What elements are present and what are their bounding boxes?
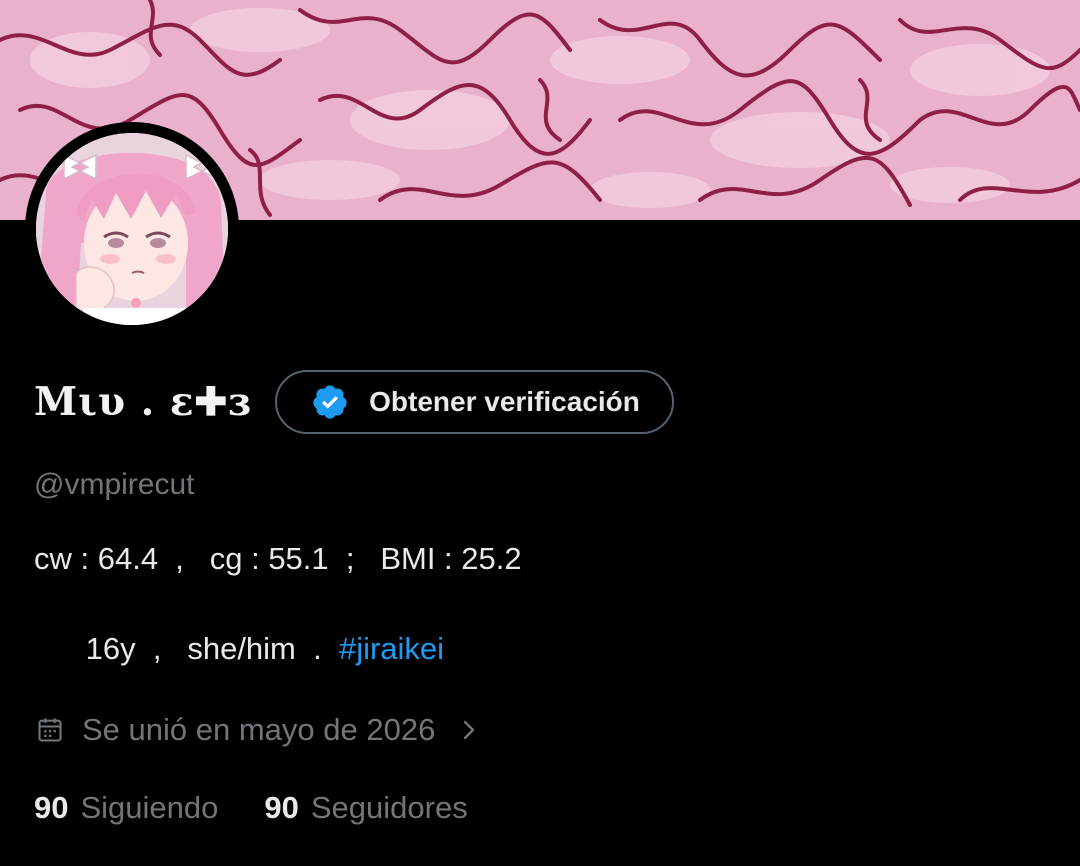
following-count: 90: [34, 790, 69, 825]
username-handle: @vmpirecut: [34, 468, 195, 501]
followers-link[interactable]: 90 Seguidores: [264, 790, 467, 826]
followers-label: Seguidores: [310, 790, 468, 825]
name-row: Mιυ . ɛ✚ɜ Obtener verificación: [34, 368, 674, 436]
chevron-right-icon: [457, 716, 481, 744]
following-link[interactable]: 90 Siguiendo: [34, 790, 218, 826]
following-label: Siguiendo: [80, 790, 219, 825]
get-verified-button[interactable]: Obtener verificación: [275, 370, 674, 434]
pink-hair-anime-avatar-image: [36, 133, 228, 325]
calendar-icon: [36, 716, 64, 744]
follow-stats: 90 Siguiendo 90 Seguidores: [34, 788, 514, 828]
verified-badge-icon: [311, 383, 349, 421]
display-name: Mιυ . ɛ✚ɜ: [34, 379, 252, 425]
followers-count: 90: [264, 790, 299, 825]
hashtag-link[interactable]: #jiraikei: [339, 631, 444, 666]
bio-line-1: cw : 64.4 , cg : 55.1 ; BMI : 25.2: [34, 541, 522, 576]
avatar[interactable]: [36, 133, 228, 325]
bio-line-2: 16y , she/him . #jiraikei: [34, 631, 444, 667]
joined-date-text: Se unió en mayo de 2026: [82, 712, 436, 747]
get-verified-label: Obtener verificación: [369, 386, 640, 417]
bio-line-2-text: 16y , she/him .: [34, 631, 339, 666]
joined-date-row[interactable]: Se unió en mayo de 2026: [36, 710, 481, 750]
